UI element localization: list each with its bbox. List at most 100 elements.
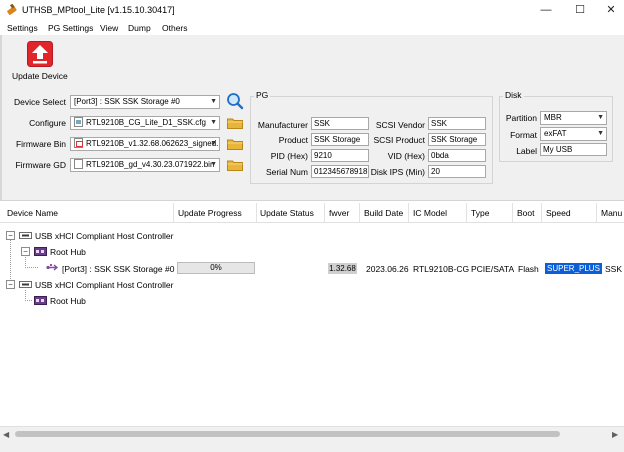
pg-group-title: PG (254, 90, 271, 100)
column-ic-model[interactable]: IC Model (413, 208, 447, 218)
menu-settings[interactable]: Settings (7, 23, 38, 33)
ic-model-value: RTL9210B-CG (413, 264, 470, 274)
device-select-value: [Port3] : SSK SSK Storage #0 (74, 97, 180, 106)
usb-controller-icon (19, 232, 32, 239)
column-boot[interactable]: Boot (517, 208, 535, 218)
hub-2-name[interactable]: Root Hub (50, 296, 86, 306)
usb-device-icon (46, 264, 59, 271)
firmware-gd-dropdown[interactable]: RTL9210B_gd_v4.30.23.071922.bin ▼ (70, 158, 220, 172)
update-progress-bar: 0% (177, 262, 255, 274)
serial-num-field[interactable]: 012345678918 (311, 165, 369, 178)
chevron-down-icon: ▼ (210, 119, 217, 126)
minimize-button[interactable]: — (531, 2, 561, 18)
boot-value: Flash (518, 264, 539, 274)
tree-line (25, 267, 39, 268)
manu-value: SSK (605, 264, 623, 274)
column-separator (541, 203, 542, 223)
build-date-value: 2023.06.26 (366, 264, 409, 274)
partition-label: Partition (505, 113, 537, 123)
menu-others[interactable]: Others (162, 23, 188, 33)
tree-expander[interactable]: − (6, 280, 15, 289)
chevron-down-icon: ▼ (210, 161, 217, 168)
folder-icon[interactable] (227, 159, 243, 171)
cfg-file-icon (74, 117, 83, 127)
device-select-label: Device Select (14, 97, 66, 107)
column-update-status[interactable]: Update Status (260, 208, 314, 218)
column-manu[interactable]: Manu (601, 208, 622, 218)
menu-view[interactable]: View (100, 23, 118, 33)
folder-icon[interactable] (227, 117, 243, 129)
controller-2-name[interactable]: USB xHCI Compliant Host Controller (35, 280, 173, 290)
firmware-gd-value: RTL9210B_gd_v4.30.23.071922.bin (86, 160, 215, 169)
vid-field[interactable]: 0bda (428, 149, 486, 162)
controller-1-name[interactable]: USB xHCI Compliant Host Controller (35, 231, 173, 241)
format-dropdown[interactable]: exFAT ▼ (540, 127, 607, 141)
label-label: Label (516, 146, 537, 156)
tree-line (25, 255, 26, 267)
app-icon (7, 4, 17, 15)
status-strip (0, 442, 624, 452)
column-separator (512, 203, 513, 223)
search-icon[interactable] (226, 92, 244, 110)
hub-1-name[interactable]: Root Hub (50, 247, 86, 257)
tree-expander[interactable]: − (6, 231, 15, 240)
column-speed[interactable]: Speed (546, 208, 571, 218)
tree-line (25, 290, 26, 300)
tree-line (25, 300, 33, 301)
chevron-down-icon: ▼ (210, 98, 217, 105)
chevron-down-icon: ▼ (597, 114, 604, 121)
disk-ips-field[interactable]: 20 (428, 165, 486, 178)
column-type[interactable]: Type (471, 208, 489, 218)
bin-file-icon (74, 138, 83, 148)
format-value: exFAT (544, 129, 567, 138)
column-separator (256, 203, 257, 223)
maximize-button[interactable]: ☐ (565, 2, 595, 18)
column-build-date[interactable]: Build Date (364, 208, 403, 218)
manufacturer-field[interactable]: SSK (311, 117, 369, 130)
tree-line (10, 240, 11, 283)
scroll-right-icon[interactable]: ▶ (612, 430, 618, 439)
fwver-value: 1.32.68 (328, 263, 357, 274)
window-title: UTHSB_MPtool_Lite [v1.15.10.30417] (22, 5, 175, 15)
device-select-dropdown[interactable]: [Port3] : SSK SSK Storage #0 ▼ (70, 95, 220, 109)
type-value: PCIE/SATA (471, 264, 515, 274)
label-field[interactable]: My USB (540, 143, 607, 156)
scsi-vendor-label: SCSI Vendor (375, 120, 425, 130)
firmware-gd-label: Firmware GD (15, 160, 66, 170)
pid-label: PID (Hex) (270, 151, 308, 161)
scsi-vendor-field[interactable]: SSK (428, 117, 486, 130)
menu-pg-settings[interactable]: PG Settings (48, 23, 93, 33)
usb-hub-icon (34, 247, 47, 256)
progress-text: 0% (210, 263, 222, 272)
configure-value: RTL9210B_CG_Lite_D1_SSK.cfg (86, 118, 206, 127)
vid-label: VID (Hex) (387, 151, 425, 161)
scsi-product-field[interactable]: SSK Storage (428, 133, 486, 146)
manufacturer-label: Manufacturer (257, 120, 308, 130)
column-separator (408, 203, 409, 223)
format-label: Format (510, 130, 537, 140)
pid-field[interactable]: 9210 (311, 149, 369, 162)
partition-value: MBR (544, 113, 562, 122)
firmware-bin-dropdown[interactable]: RTL9210B_v1.32.68.062623_signed. ▼ (70, 137, 220, 151)
column-device-name[interactable]: Device Name (7, 208, 58, 218)
close-button[interactable]: ✕ (596, 2, 624, 18)
column-separator (466, 203, 467, 223)
configure-dropdown[interactable]: RTL9210B_CG_Lite_D1_SSK.cfg ▼ (70, 116, 220, 130)
column-separator (173, 203, 174, 223)
firmware-bin-value: RTL9210B_v1.32.68.062623_signed. (86, 139, 219, 148)
gd-file-icon (74, 159, 83, 169)
product-field[interactable]: SSK Storage (311, 133, 369, 146)
folder-icon[interactable] (227, 138, 243, 150)
device-name[interactable]: [Port3] : SSK SSK Storage #0 (62, 264, 174, 274)
product-label: Product (278, 135, 308, 145)
tree-expander[interactable]: − (21, 247, 30, 256)
column-update-progress[interactable]: Update Progress (178, 208, 242, 218)
scroll-left-icon[interactable]: ◀ (3, 430, 9, 439)
serial-num-label: Serial Num (265, 167, 308, 177)
menu-dump[interactable]: Dump (128, 23, 151, 33)
partition-dropdown[interactable]: MBR ▼ (540, 111, 607, 125)
column-fwver[interactable]: fwver (329, 208, 349, 218)
scrollbar-thumb[interactable] (15, 431, 560, 437)
scsi-product-label: SCSI Product (373, 135, 426, 145)
column-separator (596, 203, 597, 223)
